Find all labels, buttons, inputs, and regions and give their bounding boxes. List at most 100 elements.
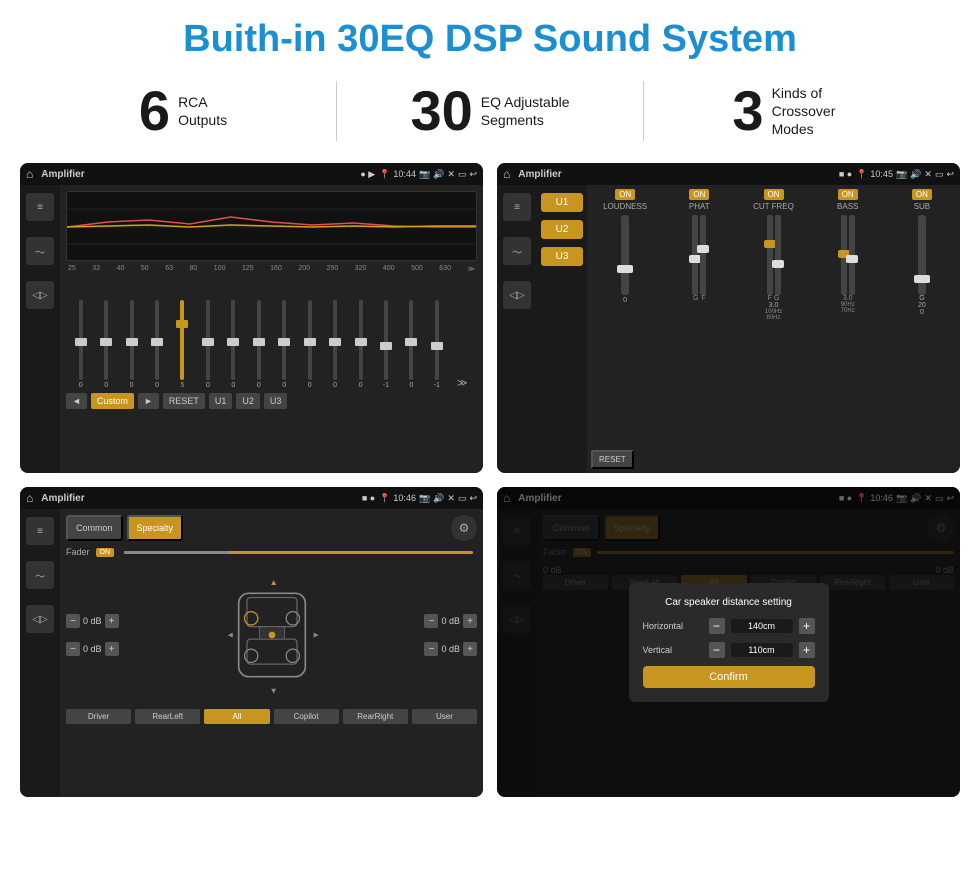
minus-btn-2[interactable]: −: [66, 642, 80, 656]
u1-btn-eq[interactable]: U1: [209, 393, 233, 409]
user-btn[interactable]: User: [412, 709, 477, 724]
confirm-button[interactable]: Confirm: [643, 666, 815, 688]
close-icon: ✕: [447, 169, 455, 180]
horizontal-value: 140cm: [731, 619, 793, 633]
status-title-cross: Amplifier: [518, 169, 835, 180]
status-dot-speaker: ■ ●: [362, 493, 375, 503]
eq-slider-11[interactable]: 0: [322, 300, 347, 389]
time-speaker: 10:46: [393, 493, 416, 503]
minus-btn-1[interactable]: −: [66, 614, 80, 628]
eq-slider-5[interactable]: 5: [170, 300, 195, 389]
all-btn[interactable]: All: [204, 709, 269, 724]
db-val-3: 0 dB: [441, 616, 460, 626]
wave-icon[interactable]: 〜: [26, 237, 54, 265]
eq-slider-7[interactable]: 0: [221, 300, 246, 389]
wave-icon-speaker[interactable]: 〜: [26, 561, 54, 589]
horizontal-minus-btn[interactable]: −: [709, 618, 725, 634]
u2-btn[interactable]: U2: [541, 220, 583, 239]
tab-common[interactable]: Common: [66, 515, 123, 541]
status-bar-cross: ⌂ Amplifier ■ ● 📍 10:45 📷 🔊 ✕ ▭ ↩: [497, 163, 960, 185]
back-icon-eq: ↩: [469, 169, 477, 180]
reset-btn-eq[interactable]: RESET: [163, 393, 205, 409]
status-title-eq: Amplifier: [41, 169, 356, 180]
stat-rca: 6 RCAOutputs: [60, 83, 306, 139]
eq-content: 2532405063 80100125160200 25032040050063…: [60, 185, 483, 473]
eq-expand[interactable]: ≫: [450, 378, 475, 389]
horizontal-plus-btn[interactable]: +: [799, 618, 815, 634]
minus-btn-3[interactable]: −: [424, 614, 438, 628]
min-icon: ▭: [458, 169, 467, 180]
eq-slider-10[interactable]: 0: [297, 300, 322, 389]
vertical-row: Vertical − 110cm +: [643, 642, 815, 658]
rearright-btn[interactable]: RearRight: [343, 709, 408, 724]
stat-number-crossover: 3: [732, 83, 763, 139]
preset-label[interactable]: Custom: [91, 393, 134, 409]
eq-freq-labels: 2532405063 80100125160200 25032040050063…: [66, 265, 477, 273]
eq-slider-8[interactable]: 0: [246, 300, 271, 389]
eq-icon-speaker[interactable]: ≡: [26, 517, 54, 545]
u1-btn[interactable]: U1: [541, 193, 583, 212]
minus-btn-4[interactable]: −: [424, 642, 438, 656]
plus-btn-2[interactable]: +: [105, 642, 119, 656]
fader-on[interactable]: ON: [96, 548, 115, 557]
eq-slider-15[interactable]: -1: [424, 300, 449, 389]
rearleft-btn[interactable]: RearLeft: [135, 709, 200, 724]
loudness-on[interactable]: ON: [615, 189, 635, 200]
vol-side-icon-speaker[interactable]: ◁▷: [26, 605, 54, 633]
status-dot: ● ▶: [360, 169, 375, 180]
copilot-btn[interactable]: Copilot: [274, 709, 339, 724]
eq-slider-1[interactable]: 0: [68, 300, 93, 389]
wave-icon-cross[interactable]: 〜: [503, 237, 531, 265]
reset-btn-cross[interactable]: RESET: [591, 450, 634, 469]
plus-btn-3[interactable]: +: [463, 614, 477, 628]
eq-slider-2[interactable]: 0: [93, 300, 118, 389]
next-preset-btn[interactable]: ►: [138, 393, 159, 409]
eq-slider-14[interactable]: 0: [399, 300, 424, 389]
screen-dialog: ⌂ Amplifier ■ ● 📍 10:46 📷 🔊 ✕ ▭ ↩ ≡ 〜 ◁▷: [497, 487, 960, 797]
left-db-col: − 0 dB + − 0 dB +: [66, 565, 119, 705]
sub-on[interactable]: ON: [912, 189, 932, 200]
vertical-plus-btn[interactable]: +: [799, 642, 815, 658]
cutfreq-on[interactable]: ON: [764, 189, 784, 200]
eq-slider-9[interactable]: 0: [272, 300, 297, 389]
u2-btn-eq[interactable]: U2: [236, 393, 260, 409]
vol-side-icon[interactable]: ◁▷: [26, 281, 54, 309]
horizontal-row: Horizontal − 140cm +: [643, 618, 815, 634]
vertical-minus-btn[interactable]: −: [709, 642, 725, 658]
bass-on[interactable]: ON: [838, 189, 858, 200]
stat-number-rca: 6: [139, 83, 170, 139]
phat-on[interactable]: ON: [689, 189, 709, 200]
eq-slider-12[interactable]: 0: [348, 300, 373, 389]
min-icon-speaker: ▭: [458, 493, 467, 504]
u3-btn[interactable]: U3: [541, 247, 583, 266]
cam-icon-speaker: 📷: [419, 493, 430, 504]
divider-1: [336, 81, 337, 141]
sub-col: ON SUB G 20 0: [888, 189, 956, 446]
prev-preset-btn[interactable]: ◄: [66, 393, 87, 409]
cross-cols: ON LOUDNESS 0 ON PHAT: [591, 189, 956, 446]
svg-text:▲: ▲: [269, 577, 277, 587]
close-icon-speaker: ✕: [447, 493, 455, 504]
eq-slider-13[interactable]: -1: [373, 300, 398, 389]
eq-slider-4[interactable]: 0: [144, 300, 169, 389]
eq-slider-6[interactable]: 0: [195, 300, 220, 389]
eq-slider-3[interactable]: 0: [119, 300, 144, 389]
driver-btn[interactable]: Driver: [66, 709, 131, 724]
speaker-screen-body: ≡ 〜 ◁▷ Common Specialty ⚙ Fader ON: [20, 509, 483, 797]
status-dot-cross: ■ ●: [839, 169, 852, 179]
status-title-speaker: Amplifier: [41, 493, 358, 504]
stats-row: 6 RCAOutputs 30 EQ AdjustableSegments 3 …: [0, 71, 980, 155]
stat-eq: 30 EQ AdjustableSegments: [367, 83, 613, 139]
eq-icon[interactable]: ≡: [26, 193, 54, 221]
u3-btn-eq[interactable]: U3: [264, 393, 288, 409]
plus-btn-1[interactable]: +: [105, 614, 119, 628]
eq-icon-cross[interactable]: ≡: [503, 193, 531, 221]
close-icon-cross: ✕: [924, 169, 932, 180]
plus-btn-4[interactable]: +: [463, 642, 477, 656]
gps-icon-speaker: 📍: [379, 493, 390, 504]
back-icon-cross: ↩: [946, 169, 954, 180]
vol-side-icon-cross[interactable]: ◁▷: [503, 281, 531, 309]
tab-specialty[interactable]: Specialty: [127, 515, 184, 541]
home-icon-speaker: ⌂: [26, 491, 33, 505]
settings-icon[interactable]: ⚙: [451, 515, 477, 541]
